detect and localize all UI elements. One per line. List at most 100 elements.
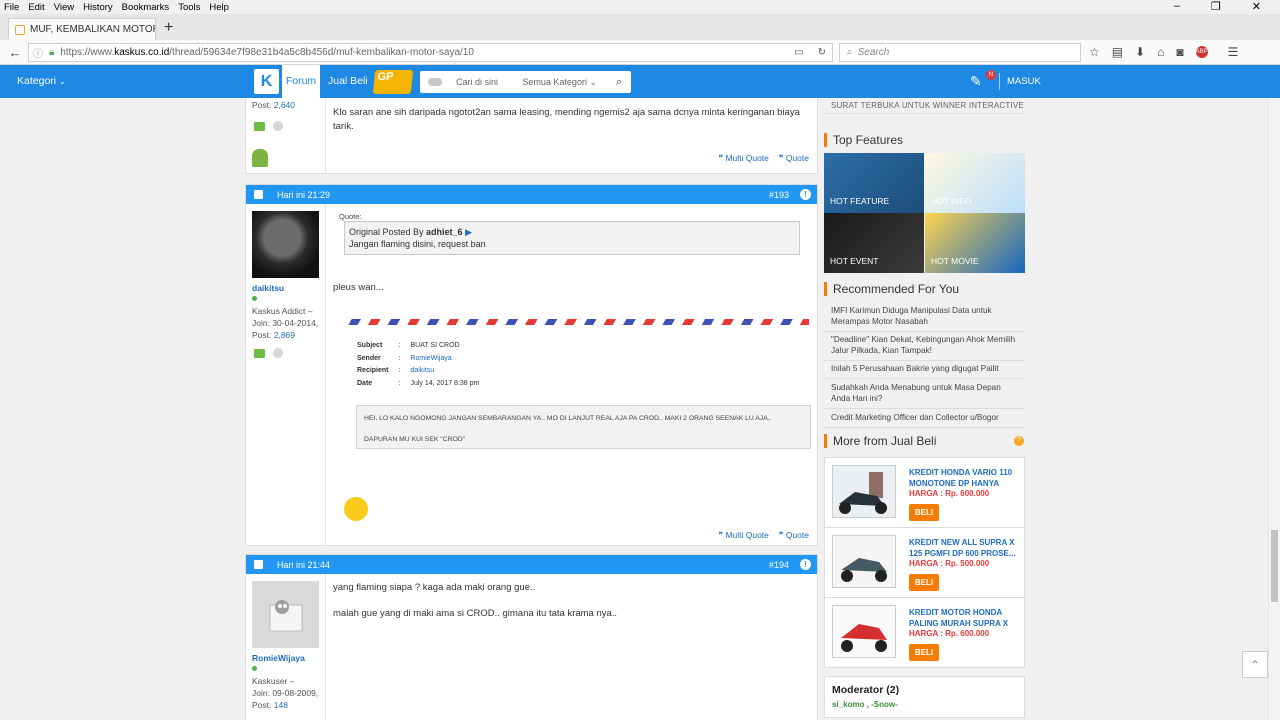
page-scrollbar[interactable]	[1268, 98, 1280, 720]
recommended-item[interactable]: Inilah 5 Perusahaan Bakrie yang digugat …	[824, 359, 1025, 379]
report-icon[interactable]: !	[800, 189, 811, 200]
menu-bar: File Edit View History Bookmarks Tools H…	[0, 0, 1280, 14]
username-link[interactable]: daikitsu	[252, 283, 284, 293]
listing-image[interactable]	[832, 605, 896, 658]
post-time: Hari ini 21:29	[277, 189, 331, 200]
reading-list-icon[interactable]: ▤	[1112, 45, 1123, 59]
quote-button[interactable]: ❞ Quote	[779, 153, 809, 164]
hot-movie-tile[interactable]: HOT MOVIE	[925, 213, 1025, 273]
post-header: Hari ini 21:29 #193 !	[246, 185, 817, 204]
mail-subject: BUAT SI CROD	[410, 342, 460, 349]
quote-text: Jangan flaming disini, request ban	[349, 239, 486, 249]
listing-title[interactable]: KREDIT HONDA VARIO 110 MONOTONE DP HANYA	[909, 467, 1017, 489]
avatar[interactable]	[252, 211, 319, 278]
restore-icon[interactable]: ❐	[1211, 0, 1221, 13]
recommended-item[interactable]: Sudahkah Anda Menabung untuk Masa Depan …	[824, 378, 1025, 409]
username-link[interactable]: RomieWijaya	[252, 653, 305, 663]
pocket-icon[interactable]: ◙	[1176, 45, 1183, 59]
multi-quote-button[interactable]: ❞ Multi Quote	[719, 530, 769, 541]
kaskus-header: Kategori ⌄ K Forum Jual Beli GP Cari di …	[0, 65, 1280, 98]
minimize-icon[interactable]: –	[1174, 0, 1180, 13]
menu-view[interactable]: View	[54, 2, 74, 13]
info-icon[interactable]: ⓘ	[33, 45, 43, 60]
post-count-link[interactable]: 2,869	[274, 330, 295, 340]
avatar[interactable]	[252, 581, 319, 648]
gp-mania-logo[interactable]: GP	[372, 70, 414, 94]
search-category-select[interactable]: Semua Kategori ⌄	[522, 77, 597, 88]
select-post-checkbox[interactable]	[254, 190, 263, 199]
top-features-title: Top Features	[824, 133, 903, 147]
post-number-link[interactable]: #194	[769, 560, 789, 570]
tile-label: HOT EVENT	[830, 256, 879, 266]
listing-title[interactable]: KREDIT NEW ALL SUPRA X 125 PGMFI DP 600 …	[909, 537, 1017, 559]
mail-message-line: DAPURAN MU KUI SEK "CROD"	[364, 435, 466, 443]
quote-button[interactable]: ❞ Quote	[779, 530, 809, 541]
masuk-button[interactable]: MASUK	[1007, 76, 1041, 87]
notification-badge[interactable]: N	[986, 70, 996, 80]
kaskus-search-input[interactable]: Cari di sini	[456, 77, 498, 87]
new-tab-icon[interactable]: +	[164, 19, 173, 37]
tab-jual-beli[interactable]: Jual Beli	[328, 75, 368, 87]
hot-feature-tile[interactable]: HOT FEATURE	[824, 153, 924, 213]
url-bar[interactable]: ⓘ 🔒︎ https://www.kaskus.co.id/thread/596…	[28, 42, 833, 62]
hot-event-tile[interactable]: HOT EVENT	[824, 213, 924, 273]
mail-sender-key: Sender	[357, 354, 381, 362]
beli-button[interactable]: BELI	[909, 574, 939, 591]
post-count-link[interactable]: 148	[274, 700, 288, 710]
mail-sender-link[interactable]: RomieWijaya	[410, 355, 451, 362]
moderator-names[interactable]: si_komo , -Snow-	[832, 700, 1017, 709]
beli-button[interactable]: BELI	[909, 644, 939, 661]
menu-history[interactable]: History	[83, 2, 113, 13]
kaskus-search-button[interactable]: ⌕	[607, 76, 631, 89]
menu-edit[interactable]: Edit	[28, 2, 44, 13]
user-column: Post: 2,640	[246, 98, 326, 174]
tile-label: HOT INFO	[931, 196, 972, 206]
browser-tab[interactable]: MUF, KEMBALIKAN MOTOR ✕	[8, 18, 156, 40]
mail-headers: Subject: BUAT SI CROD Sender: RomieWijaya …	[355, 339, 489, 391]
browser-search-input[interactable]: ⌕ Search	[839, 42, 1081, 62]
quote-box: Original Posted By adhiet_6 ▶ Jangan fla…	[344, 221, 800, 255]
post-count-link[interactable]: 2,640	[274, 100, 295, 110]
view-post-arrow-icon[interactable]: ▶	[465, 227, 472, 237]
mail-subject-key: Subject	[357, 342, 383, 349]
post-number-link[interactable]: #193	[769, 190, 789, 200]
download-icon[interactable]: ⬇	[1135, 45, 1145, 59]
bookmark-star-icon[interactable]: ☆	[1089, 45, 1100, 59]
adblock-icon[interactable]: ABP	[1195, 46, 1208, 58]
close-window-icon[interactable]: ✕	[1252, 0, 1261, 13]
report-icon[interactable]: !	[800, 559, 811, 570]
recommended-item[interactable]: "Deadline" Kian Dekat, Kebingungan Ahok …	[824, 330, 1025, 361]
tile-label: HOT MOVIE	[931, 256, 979, 266]
sidebar-top-link[interactable]: SURAT TERBUKA UNTUK WINNER INTERACTIVE	[831, 101, 1024, 110]
listing-title[interactable]: KREDIT MOTOR HONDA PALING MURAH SUPRA X	[909, 607, 1017, 629]
listing-price: HARGA : Rp. 600.000	[909, 629, 990, 638]
recommended-item[interactable]: IMFI Karimun Diduga Manipulasi Data untu…	[824, 301, 1025, 332]
tab-forum[interactable]: Forum	[282, 65, 320, 98]
create-thread-pencil-icon[interactable]: ✎	[970, 73, 982, 90]
menu-tools[interactable]: Tools	[178, 2, 200, 13]
mail-recipient-link[interactable]: daikitsu	[410, 367, 434, 374]
help-icon[interactable]: ?	[1014, 436, 1024, 446]
menu-file[interactable]: File	[4, 2, 19, 13]
multi-quote-button[interactable]: ❞ Multi Quote	[719, 153, 769, 164]
reader-view-icon[interactable]: ▭	[794, 47, 803, 58]
select-post-checkbox[interactable]	[254, 560, 263, 569]
back-icon[interactable]: ←	[6, 45, 24, 60]
menu-help[interactable]: Help	[209, 2, 229, 13]
menu-bookmarks[interactable]: Bookmarks	[122, 2, 170, 13]
post-text: pleus wan...	[333, 282, 384, 293]
beli-button[interactable]: BELI	[909, 504, 939, 521]
kategori-menu[interactable]: Kategori ⌄	[17, 75, 66, 87]
user-info: Kaskuser – Join: 09-08-2009, Post: 148	[252, 675, 322, 711]
post-text: Klo saran ane sih daripada ngotot2an sam…	[333, 107, 800, 132]
listing-image[interactable]	[832, 465, 896, 518]
scroll-to-top-button[interactable]: ⌃	[1242, 651, 1268, 678]
reload-icon[interactable]: ↻	[818, 47, 826, 58]
home-icon[interactable]: ⌂	[1157, 45, 1164, 59]
hot-info-tile[interactable]: HOT INFO	[925, 153, 1025, 213]
scrollbar-thumb[interactable]	[1271, 530, 1278, 602]
kaskus-logo[interactable]: K	[254, 69, 279, 94]
recommended-item[interactable]: Credit Marketing Officer dan Collector u…	[824, 408, 1025, 428]
listing-image[interactable]	[832, 535, 896, 588]
hamburger-menu-icon[interactable]: ☰	[1228, 45, 1239, 59]
